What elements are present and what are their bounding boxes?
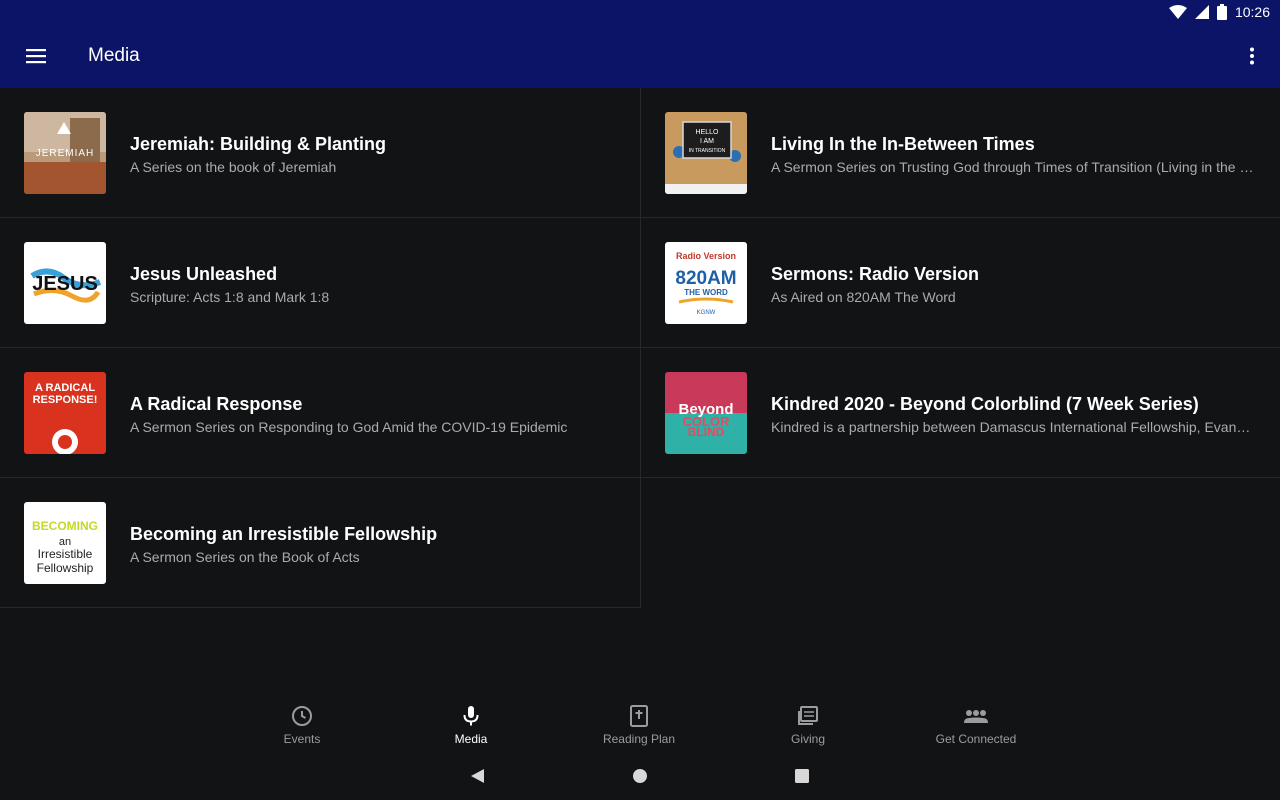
svg-text:KGNW: KGNW <box>697 310 716 316</box>
nav-events[interactable]: Events <box>232 704 372 746</box>
more-options-button[interactable] <box>1240 44 1264 68</box>
media-title: Jesus Unleashed <box>130 264 278 284</box>
page-title: Media <box>88 45 140 66</box>
media-thumbnail: Beyond COLOR BLIND <box>665 372 747 454</box>
media-subtitle: A Sermon Series on the Book of Acts <box>130 549 360 565</box>
svg-text:HELLO: HELLO <box>696 129 720 136</box>
nav-media[interactable]: Media <box>401 704 541 746</box>
svg-text:Fellowship: Fellowship <box>37 561 94 575</box>
nav-label: Events <box>283 732 321 746</box>
back-triangle-icon <box>471 769 484 783</box>
media-subtitle: A Sermon Series on Trusting God through … <box>771 159 1256 175</box>
status-bar: 10:26 <box>0 0 1280 24</box>
svg-text:Radio Version: Radio Version <box>676 251 736 261</box>
media-thumbnail: A RADICAL RESPONSE! <box>24 372 106 454</box>
home-button[interactable] <box>632 768 648 789</box>
group-icon <box>964 710 988 723</box>
clock-icon <box>292 706 312 726</box>
media-thumbnail: HELLO I AM IN TRANSITION <box>665 112 747 194</box>
media-item-irresistible-fellowship[interactable]: BECOMING an Irresistible Fellowship Beco… <box>0 478 641 608</box>
microphone-icon <box>463 706 479 726</box>
media-subtitle: A Sermon Series on Responding to God Ami… <box>130 419 568 435</box>
nav-giving[interactable]: Giving <box>738 704 878 746</box>
media-title: Jeremiah: Building & Planting <box>130 134 387 154</box>
nav-label: Reading Plan <box>602 732 676 746</box>
svg-text:IN TRANSITION: IN TRANSITION <box>689 148 726 154</box>
nav-reading-plan[interactable]: Reading Plan <box>569 704 709 746</box>
media-title: Kindred 2020 - Beyond Colorblind (7 Week… <box>771 394 1199 414</box>
more-vert-icon <box>1250 47 1254 65</box>
media-subtitle: A Series on the book of Jeremiah <box>130 159 337 175</box>
media-item-kindred-2020[interactable]: Beyond COLOR BLIND Kindred 2020 - Beyond… <box>641 348 1280 478</box>
svg-text:THE WORD: THE WORD <box>684 288 728 297</box>
media-item-jesus-unleashed[interactable]: JESUS Jesus Unleashed Scripture: Acts 1:… <box>0 218 641 348</box>
empty-cell <box>641 478 1280 608</box>
bottom-navigation: Events Media Reading Plan Giving Get Con… <box>0 698 1280 754</box>
wifi-icon <box>1168 5 1187 19</box>
media-thumbnail: BECOMING an Irresistible Fellowship <box>24 502 106 584</box>
nav-get-connected[interactable]: Get Connected <box>906 704 1046 746</box>
media-title: Sermons: Radio Version <box>771 264 980 284</box>
thumb-text: JEREMIAH <box>36 148 95 159</box>
bible-icon <box>630 705 648 727</box>
svg-text:RESPONSE!: RESPONSE! <box>33 394 98 406</box>
media-title: Living In the In-Between Times <box>771 134 1035 154</box>
media-subtitle: Kindred is a partnership between Damascu… <box>771 419 1256 435</box>
media-item-jeremiah[interactable]: JEREMIAH Jeremiah: Building & Planting A… <box>0 88 641 218</box>
status-time: 10:26 <box>1234 4 1270 20</box>
svg-text:BECOMING: BECOMING <box>32 519 98 533</box>
app-bar: Media <box>0 24 1280 88</box>
giving-icon <box>798 706 818 725</box>
recents-button[interactable] <box>794 768 810 789</box>
media-subtitle: As Aired on 820AM The Word <box>771 289 956 305</box>
media-title: A Radical Response <box>130 394 303 414</box>
svg-text:820AM: 820AM <box>675 268 736 289</box>
nav-label: Giving <box>790 732 825 746</box>
home-circle-icon <box>633 769 647 783</box>
svg-text:Irresistible: Irresistible <box>38 547 93 561</box>
hamburger-menu-icon <box>26 49 46 64</box>
svg-text:I AM: I AM <box>700 138 714 145</box>
system-navigation-bar <box>0 754 1280 800</box>
signal-icon <box>1194 5 1209 19</box>
media-item-in-between-times[interactable]: HELLO I AM IN TRANSITION Living In the I… <box>641 88 1280 218</box>
media-list: JEREMIAH Jeremiah: Building & Planting A… <box>0 88 1280 608</box>
nav-label: Media <box>454 732 488 746</box>
media-item-radical-response[interactable]: A RADICAL RESPONSE! A Radical Response A… <box>0 348 641 478</box>
menu-button[interactable] <box>16 44 56 68</box>
battery-icon <box>1216 4 1227 20</box>
media-title: Becoming an Irresistible Fellowship <box>130 524 438 544</box>
nav-label: Get Connected <box>935 732 1017 746</box>
media-thumbnail: JEREMIAH <box>24 112 106 194</box>
media-thumbnail: Radio Version 820AM THE WORD KGNW <box>665 242 747 324</box>
media-item-radio-version[interactable]: Radio Version 820AM THE WORD KGNW Sermon… <box>641 218 1280 348</box>
back-button[interactable] <box>470 768 486 789</box>
svg-text:BLIND: BLIND <box>688 425 725 439</box>
recents-square-icon <box>795 769 809 783</box>
thumb-text: JESUS <box>32 273 98 295</box>
media-thumbnail: JESUS <box>24 242 106 324</box>
status-icons: 10:26 <box>1168 0 1270 24</box>
media-subtitle: Scripture: Acts 1:8 and Mark 1:8 <box>130 289 330 305</box>
svg-text:A RADICAL: A RADICAL <box>35 382 95 394</box>
